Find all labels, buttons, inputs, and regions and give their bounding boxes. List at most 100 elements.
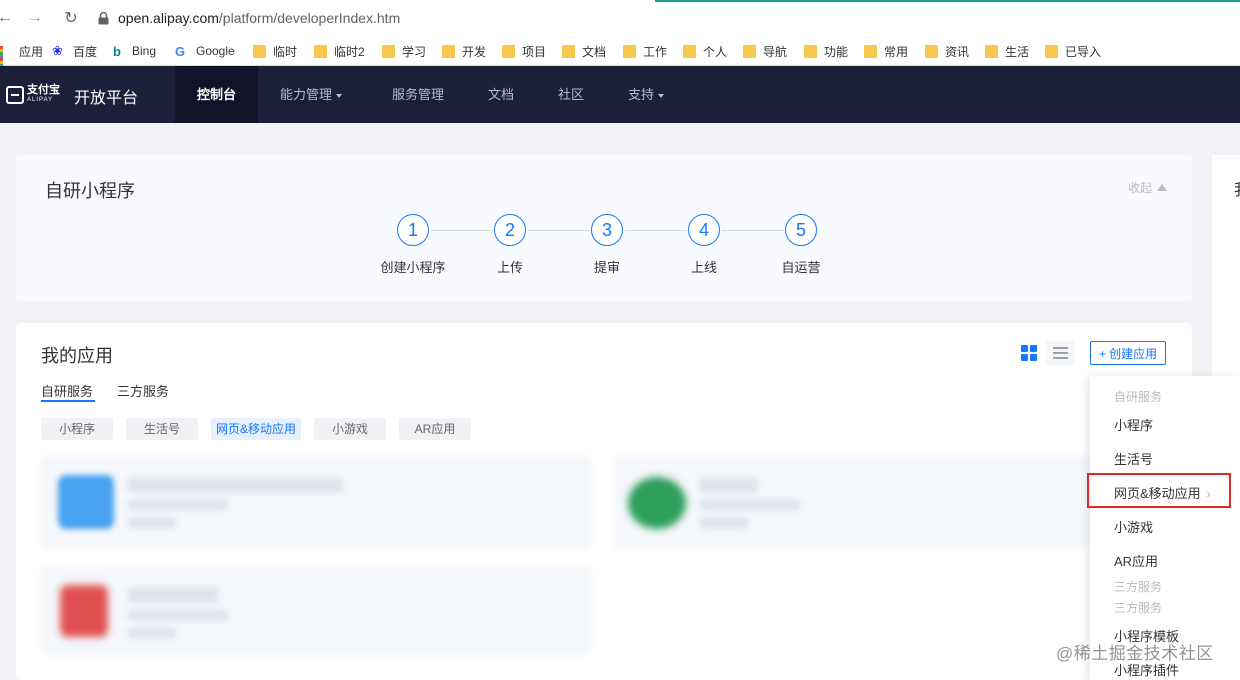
bookmark-label: 项目 [522,44,547,59]
bookmark-label: 应用 [19,44,44,59]
bookmark-folder[interactable]: 临时 [253,36,297,66]
bookmark-folder[interactable]: 个人 [683,36,727,66]
caret-down-icon [658,93,665,98]
bookmark-folder[interactable]: 工作 [623,36,667,66]
tab-self-service[interactable]: 自研服务 [41,381,93,400]
step-number: 4 [688,214,720,246]
bookmark-folder[interactable]: 开发 [442,36,486,66]
app-meta-blur [128,500,228,510]
app-icon [58,475,114,529]
app-status-blur [128,518,176,528]
folder-icon [864,44,877,58]
app-name-blur [128,478,343,492]
bookmark-label: 功能 [824,44,849,59]
filter-chip-web-mobile[interactable]: 网页&移动应用 [211,418,301,440]
filter-chip-lifestyle[interactable]: 生活号 [126,418,198,440]
collapse-button[interactable]: 收起 [1128,179,1168,196]
side-panel-title: 我 [1234,176,1240,200]
dropdown-item-miniprogram[interactable]: 小程序 [1114,415,1153,434]
nav-label: 能力管理 [280,87,333,102]
bookmark-label: 生活 [1005,44,1030,59]
active-tab-indicator [41,400,95,402]
back-arrow-icon[interactable]: ← [0,7,16,29]
bing-icon: b [113,43,121,59]
highlight-box [1087,473,1231,508]
nav-capability[interactable]: 能力管理 [280,66,343,123]
bookmark-label: 个人 [703,44,728,59]
step-label: 提审 [593,260,620,275]
folder-icon [253,44,266,58]
bookmark-folder[interactable]: 项目 [502,36,546,66]
bookmark-label: 文档 [582,44,607,59]
bookmark-folder[interactable]: 文档 [562,36,606,66]
nav-service[interactable]: 服务管理 [392,66,444,123]
nav-support[interactable]: 支持 [628,66,665,123]
bookmark-apps[interactable]: 应用 [0,36,44,73]
folder-icon [925,44,938,58]
nav-docs[interactable]: 文档 [488,66,514,123]
dropdown-item-lifestyle[interactable]: 生活号 [1114,449,1153,468]
nav-label: 支持 [628,87,655,102]
tab-third-party-service[interactable]: 三方服务 [117,381,169,400]
nav-community[interactable]: 社区 [558,66,584,123]
dropdown-group-label: 三方服务 [1114,601,1163,615]
forward-arrow-icon[interactable]: → [24,7,46,29]
brand-title: 开放平台 [74,90,139,107]
bookmark-label: 常用 [884,44,909,59]
step-label: 上传 [496,260,523,275]
filter-chip-ar[interactable]: AR应用 [399,418,471,440]
step-number: 1 [397,214,429,246]
nav-console[interactable]: 控制台 [175,66,258,123]
bookmark-bing[interactable]: b Bing [113,36,156,66]
bookmark-label: 百度 [73,44,98,59]
lock-icon[interactable] [96,10,110,26]
filter-chip-minigame[interactable]: 小游戏 [314,418,386,440]
alipay-mark-icon [6,86,24,104]
bookmark-folder[interactable]: 资讯 [925,36,969,66]
dropdown-item-ar[interactable]: AR应用 [1114,551,1158,570]
folder-icon [683,44,696,58]
folder-icon [623,44,636,58]
folder-icon [1045,44,1058,58]
dropdown-group-label: 自研服务 [1114,390,1163,404]
google-icon: G [175,43,186,59]
app-meta-blur [700,500,800,510]
grid-view-icon[interactable] [1016,341,1040,365]
filter-chip-miniprogram[interactable]: 小程序 [41,418,113,440]
step-connector [528,230,590,231]
bookmark-label: Bing [132,44,157,58]
url-path: /platform/developerIndex.htm [218,10,401,26]
bookmark-folder[interactable]: 功能 [804,36,848,66]
list-view-icon[interactable] [1046,341,1074,365]
bookmark-folder[interactable]: 生活 [985,36,1029,66]
bookmark-label: 开发 [462,44,487,59]
dropdown-item-minigame[interactable]: 小游戏 [1114,517,1153,536]
step-label: 自运营 [781,260,821,275]
apps-grid-icon [0,45,11,73]
bookmark-label: 临时 [273,44,298,59]
app-meta-blur [128,610,228,620]
collapse-label: 收起 [1128,181,1153,195]
dropdown-group-label: 三方服务 [1114,580,1163,594]
bookmark-folder[interactable]: 导航 [743,36,787,66]
bookmark-folder[interactable]: 学习 [382,36,426,66]
bookmark-label: 学习 [402,44,427,59]
bookmark-google[interactable]: G Google [175,36,235,66]
bookmark-folder[interactable]: 常用 [864,36,908,66]
bookmark-folder[interactable]: 已导入 [1045,36,1101,66]
bookmark-label: 工作 [643,44,668,59]
step-number: 2 [494,214,526,246]
step-connector [722,230,784,231]
create-app-button[interactable]: + 创建应用 [1090,341,1166,365]
reload-icon[interactable]: ↻ [60,7,82,29]
baidu-paw-icon: ❀ [52,43,63,58]
alipay-logo[interactable]: 支付宝 ALIPAY [6,85,62,105]
bookmark-folder[interactable]: 临时2 [314,36,365,66]
step-connector [625,230,687,231]
step-number: 5 [785,214,817,246]
app-icon [628,477,686,529]
app-tile[interactable] [41,567,591,655]
url-field[interactable]: open.alipay.com/platform/developerIndex.… [118,10,400,26]
app-tile[interactable] [41,456,591,548]
bookmark-baidu[interactable]: ❀ 百度 [52,36,97,66]
